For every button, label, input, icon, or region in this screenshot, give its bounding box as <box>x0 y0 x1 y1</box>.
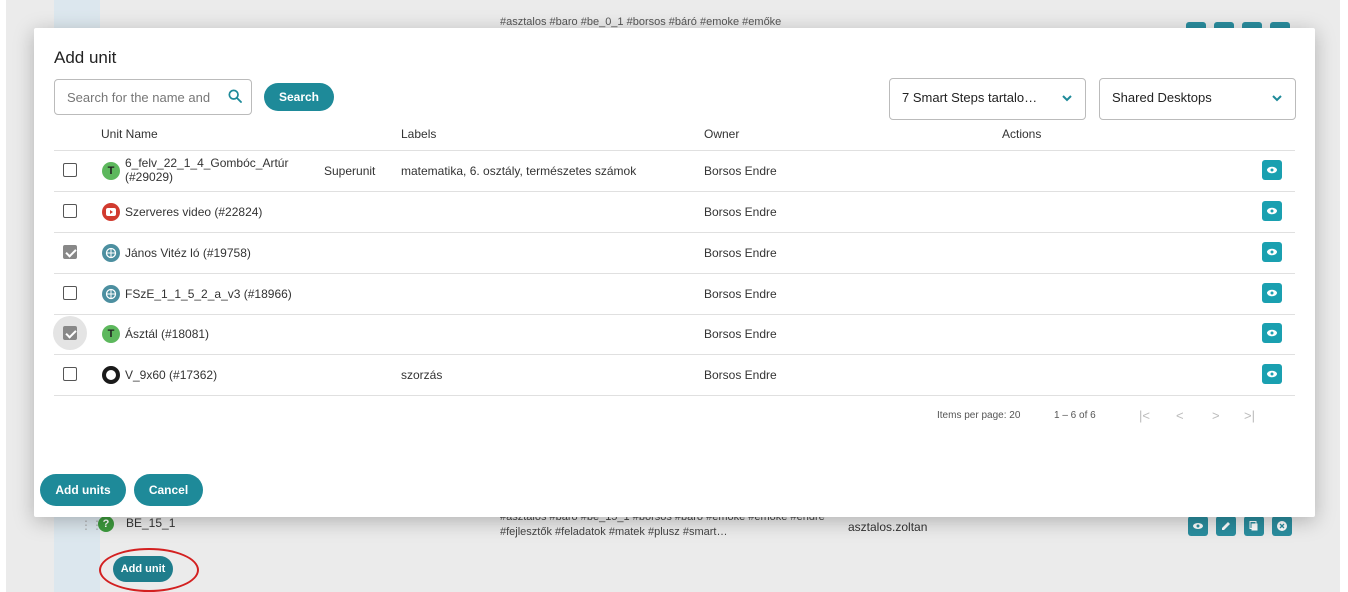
unit-name: János Vitéz ló (#19758) <box>125 246 251 260</box>
column-owner: Owner <box>704 127 740 141</box>
unit-name: Szerveres video (#22824) <box>125 205 263 219</box>
first-page-button[interactable]: |< <box>1139 408 1150 423</box>
unit-name: V_9x60 (#17362) <box>125 368 218 382</box>
row-checkbox[interactable] <box>63 326 77 340</box>
table-row: FSzE_1_1_5_2_a_v3 (#18966) Borsos Endre <box>54 274 1295 315</box>
previous-page-button[interactable]: < <box>1176 408 1184 423</box>
table-row: V_9x60 (#17362) szorzás Borsos Endre <box>54 355 1295 396</box>
table-row: T Ásztál (#18081) Borsos Endre <box>53 314 1295 355</box>
eye-icon[interactable] <box>1262 201 1282 221</box>
gear-icon <box>102 244 120 262</box>
items-per-page[interactable]: Items per page: 20 <box>937 410 1020 421</box>
table-row: T 6_felv_22_1_4_Gombóc_Artúr (#29029) Sup… <box>54 151 1295 192</box>
add-units-button[interactable]: Add units <box>40 474 126 506</box>
table-row: János Vitéz ló (#19758) Borsos Endre <box>54 233 1295 274</box>
background-unit-owner: asztalos.zoltan <box>848 520 928 534</box>
eye-icon[interactable] <box>1262 323 1282 343</box>
row-checkbox[interactable] <box>63 163 77 177</box>
unit-type: Superunit <box>324 164 376 178</box>
folder-select[interactable]: 7 Smart Steps tartalo… <box>889 78 1086 120</box>
row-checkbox[interactable] <box>63 367 77 381</box>
row-checkbox[interactable] <box>63 245 77 259</box>
highlight-circle <box>99 548 199 592</box>
delete-icon[interactable] <box>1272 516 1292 536</box>
unit-labels: matematika, 6. osztály, természetes szám… <box>401 164 637 178</box>
unit-owner: Borsos Endre <box>704 164 777 178</box>
page-range: 1 – 6 of 6 <box>1054 410 1096 421</box>
dialog-title: Add unit <box>54 48 117 67</box>
chevron-down-icon <box>1062 95 1072 102</box>
edit-icon[interactable] <box>1216 516 1236 536</box>
unit-name: Ásztál (#18081) <box>125 327 210 341</box>
unit-owner: Borsos Endre <box>704 287 777 301</box>
row-checkbox[interactable] <box>63 286 77 300</box>
unit-owner: Borsos Endre <box>704 368 777 382</box>
scope-select[interactable]: Shared Desktops <box>1099 78 1296 120</box>
column-unit-name[interactable]: Unit Name <box>101 127 158 141</box>
search-icon[interactable] <box>227 88 243 104</box>
circle-icon <box>102 366 120 384</box>
background-edge <box>0 0 6 592</box>
row-checkbox[interactable] <box>63 204 77 218</box>
eye-icon[interactable] <box>1262 242 1282 262</box>
help-icon: ? <box>98 516 114 532</box>
search-button[interactable]: Search <box>264 83 334 111</box>
chevron-down-icon <box>1272 95 1282 102</box>
eye-icon[interactable] <box>1262 283 1282 303</box>
unit-owner: Borsos Endre <box>704 246 777 260</box>
cancel-button[interactable]: Cancel <box>134 474 203 506</box>
background-unit-name: BE_15_1 <box>126 516 176 530</box>
last-page-button[interactable]: >| <box>1244 408 1255 423</box>
column-labels: Labels <box>401 127 437 141</box>
folder-select-value: 7 Smart Steps tartalo… <box>902 90 1038 105</box>
eye-icon[interactable] <box>1262 160 1282 180</box>
background-top-labels: #asztalos #baro #be_0_1 #borsos #báró #e… <box>500 16 782 28</box>
eye-icon[interactable] <box>1262 364 1282 384</box>
search-input[interactable] <box>65 89 227 106</box>
gear-icon <box>102 285 120 303</box>
search-field[interactable] <box>54 79 252 115</box>
unit-labels: szorzás <box>401 368 443 382</box>
text-unit-icon: T <box>102 325 120 343</box>
background-edge-right <box>1340 0 1348 592</box>
unit-owner: Borsos Endre <box>704 327 777 341</box>
column-actions: Actions <box>1002 127 1042 141</box>
copy-icon[interactable] <box>1244 516 1264 536</box>
next-page-button[interactable]: > <box>1212 408 1220 423</box>
youtube-icon <box>102 203 120 221</box>
scope-select-value: Shared Desktops <box>1112 90 1212 105</box>
unit-name: FSzE_1_1_5_2_a_v3 (#18966) <box>125 287 292 301</box>
eye-icon[interactable] <box>1188 516 1208 536</box>
unit-name: 6_felv_22_1_4_Gombóc_Artúr (#29029) <box>125 156 289 184</box>
text-unit-icon: T <box>102 162 120 180</box>
table-header: Unit Name Labels Owner Actions <box>54 120 1295 151</box>
table-row: Szerveres video (#22824) Borsos Endre <box>54 192 1295 233</box>
unit-owner: Borsos Endre <box>704 205 777 219</box>
background-row-actions <box>1188 516 1292 536</box>
add-unit-dialog: Add unit Search 7 Smart Steps tartalo… S… <box>34 28 1315 517</box>
